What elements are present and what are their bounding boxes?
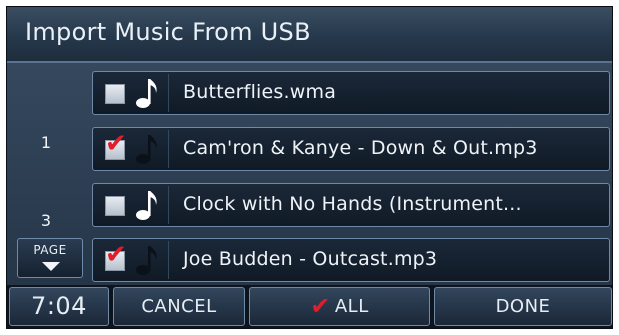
total-pages-number: 3	[40, 211, 52, 230]
music-note-icon	[136, 191, 157, 220]
music-note-icon	[136, 135, 157, 164]
cancel-button[interactable]: CANCEL	[113, 287, 245, 326]
file-name: Cam'ron & Kanye - Down & Out.mp3	[183, 137, 538, 159]
row-divider	[168, 74, 169, 112]
file-checkbox[interactable]	[105, 242, 127, 271]
current-page-number: 1	[40, 133, 52, 152]
usb-import-screen: Import Music From USB 1 3 PAGE Butterfli…	[6, 6, 613, 329]
page-button-label: PAGE	[33, 243, 67, 257]
row-divider	[168, 241, 169, 279]
file-name: Clock with No Hands (Instrument...	[183, 193, 522, 215]
title-bar: Import Music From USB	[7, 7, 612, 63]
music-note-icon	[136, 79, 157, 108]
down-arrow-icon	[42, 262, 60, 271]
page-down-button[interactable]: PAGE	[17, 238, 83, 278]
cancel-label: CANCEL	[141, 296, 217, 317]
file-row[interactable]: Cam'ron & Kanye - Down & Out.mp3	[92, 127, 610, 171]
row-divider	[168, 186, 169, 224]
bottom-bar: 7:04 CANCEL ✔ ALL DONE	[7, 285, 612, 328]
page-title: Import Music From USB	[25, 18, 311, 46]
file-row[interactable]: Clock with No Hands (Instrument...	[92, 183, 610, 227]
clock-display: 7:04	[9, 287, 109, 326]
file-list-panel: 1 3 PAGE Butterflies.wma C	[7, 63, 612, 285]
file-checkbox[interactable]	[105, 131, 127, 160]
row-divider	[168, 130, 169, 168]
file-name: Butterflies.wma	[183, 81, 337, 103]
file-checkbox[interactable]	[105, 196, 125, 216]
select-all-label: ALL	[334, 296, 369, 317]
check-icon: ✔	[310, 292, 331, 320]
select-all-button[interactable]: ✔ ALL	[249, 287, 430, 326]
done-button[interactable]: DONE	[434, 287, 612, 326]
file-row[interactable]: Butterflies.wma	[92, 71, 610, 115]
file-name: Joe Budden - Outcast.mp3	[183, 248, 438, 270]
file-checkbox[interactable]	[105, 84, 125, 104]
done-label: DONE	[495, 296, 551, 317]
music-note-icon	[136, 246, 157, 275]
file-row[interactable]: Joe Budden - Outcast.mp3	[92, 238, 610, 282]
